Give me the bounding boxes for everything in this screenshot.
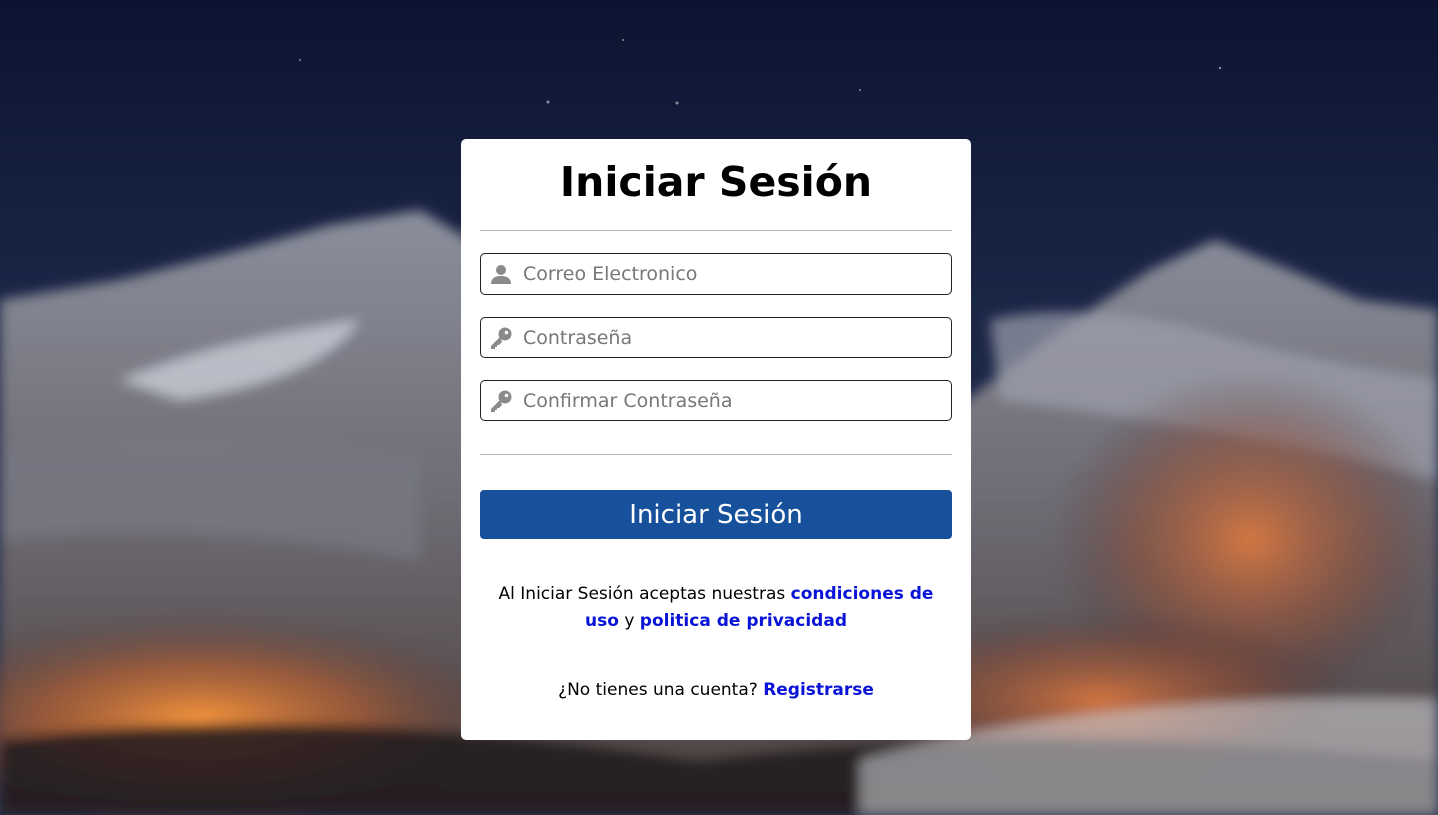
page-title: Iniciar Sesión bbox=[559, 158, 873, 206]
key-icon bbox=[489, 389, 513, 413]
terms-prefix: Al Iniciar Sesión aceptas nuestras bbox=[498, 584, 791, 604]
email-input[interactable] bbox=[523, 263, 923, 285]
password-field[interactable] bbox=[480, 317, 952, 358]
login-card: Iniciar Sesión Correo Electronico Inicia… bbox=[461, 139, 971, 740]
password-input[interactable] bbox=[523, 326, 923, 349]
confirm-password-field[interactable] bbox=[480, 380, 952, 421]
email-field[interactable] bbox=[480, 253, 952, 295]
terms-conjunction: y bbox=[618, 611, 640, 631]
key-icon bbox=[489, 326, 513, 350]
privacy-link[interactable]: politica de privacidad bbox=[640, 611, 847, 631]
user-icon bbox=[489, 262, 513, 286]
register-question: ¿No tienes una cuenta? bbox=[558, 680, 764, 700]
divider bbox=[480, 230, 952, 231]
register-link[interactable]: Registrarse bbox=[763, 680, 874, 700]
terms-text: Al Iniciar Sesión aceptas nuestras condi… bbox=[480, 581, 952, 635]
confirm-password-input[interactable] bbox=[523, 389, 923, 412]
divider bbox=[480, 454, 952, 455]
register-prompt: ¿No tienes una cuenta? Registrarse bbox=[480, 680, 952, 700]
login-button[interactable]: Iniciar Sesión bbox=[480, 490, 952, 539]
